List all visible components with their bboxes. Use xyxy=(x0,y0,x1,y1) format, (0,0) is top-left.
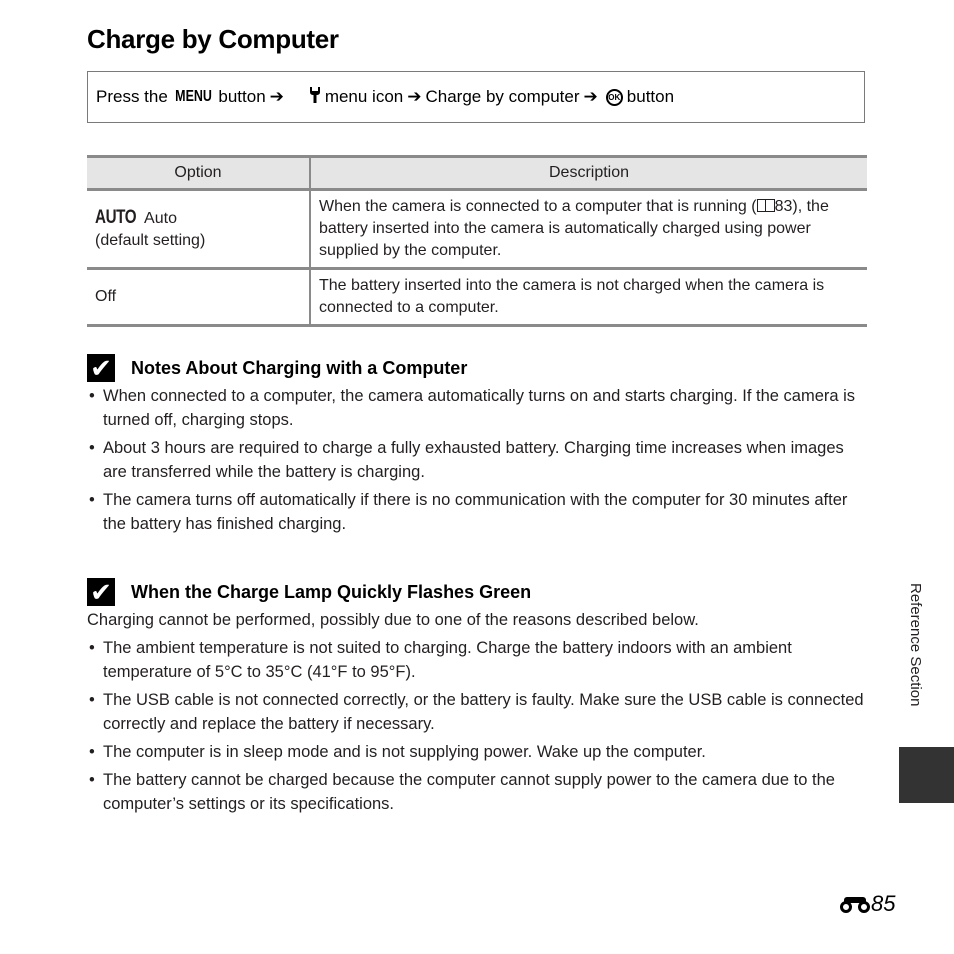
description-cell: When the camera is connected to a comput… xyxy=(310,189,867,270)
option-cell: Off xyxy=(87,268,311,327)
nav-charge-by-computer: Charge by computer xyxy=(425,87,580,106)
options-table: Option Description AUTO Auto (default se… xyxy=(87,155,867,327)
description-text: When the camera is connected to a comput… xyxy=(319,198,757,215)
note-bullets: When connected to a computer, the camera… xyxy=(87,384,867,536)
page-title: Charge by Computer xyxy=(87,24,339,54)
nav-button-word: button xyxy=(218,87,266,106)
note-title: When the Charge Lamp Quickly Flashes Gre… xyxy=(131,581,532,602)
table-row: Off The battery inserted into the camera… xyxy=(87,268,867,327)
list-item: The computer is in sleep mode and is not… xyxy=(87,740,867,764)
auto-mode-icon: AUTO xyxy=(95,206,137,228)
description-cell: The battery inserted into the camera is … xyxy=(310,268,867,327)
nav-press-the: Press the xyxy=(96,87,168,106)
note-charging-with-computer: ✔ Notes About Charging with a Computer W… xyxy=(87,352,867,540)
checkmark-icon: ✔ xyxy=(87,354,115,384)
table-header-row: Option Description xyxy=(87,155,867,191)
nav-button-word-end: button xyxy=(626,87,675,106)
list-item: About 3 hours are required to charge a f… xyxy=(87,436,867,484)
page-number: 85 xyxy=(840,891,895,917)
section-side-label: Reference Section xyxy=(907,583,924,707)
note-bullets: The ambient temperature is not suited to… xyxy=(87,636,867,816)
note-intro: Charging cannot be performed, possibly d… xyxy=(87,611,699,629)
list-item: The ambient temperature is not suited to… xyxy=(87,636,867,684)
binoculars-icon xyxy=(840,895,870,913)
menu-button-icon: MENU xyxy=(174,88,212,105)
list-item: The USB cable is not connected correctly… xyxy=(87,688,867,736)
note-charge-lamp-flashes: ✔ When the Charge Lamp Quickly Flashes G… xyxy=(87,576,867,820)
checkmark-icon: ✔ xyxy=(87,578,115,608)
menu-navigation-path: Press the MENU button ➔ menu icon ➔ Char… xyxy=(87,71,865,123)
option-label: Off xyxy=(95,288,117,305)
section-tab xyxy=(899,747,954,803)
header-description: Description xyxy=(310,155,867,191)
arrow-right-icon: ➔ xyxy=(407,87,422,106)
list-item: When connected to a computer, the camera… xyxy=(87,384,867,432)
option-note: (default setting) xyxy=(95,231,206,249)
arrow-right-icon: ➔ xyxy=(583,87,598,106)
wrench-setup-icon xyxy=(290,66,321,129)
table-row: AUTO Auto (default setting) When the cam… xyxy=(87,189,867,270)
list-item: The camera turns off automatically if th… xyxy=(87,488,867,536)
description-text: The battery inserted into the camera is … xyxy=(319,277,825,316)
page-number-text: 85 xyxy=(871,891,896,916)
header-option: Option xyxy=(87,155,311,191)
description-ref-page: 83), xyxy=(774,198,803,215)
nav-menu-icon-text: menu icon xyxy=(324,87,404,106)
option-cell: AUTO Auto (default setting) xyxy=(87,189,311,270)
arrow-right-icon: ➔ xyxy=(269,87,284,106)
note-title: Notes About Charging with a Computer xyxy=(131,357,468,378)
book-reference-icon xyxy=(756,199,775,212)
option-label: Auto xyxy=(144,209,177,227)
ok-button-icon: OK xyxy=(605,88,623,106)
list-item: The battery cannot be charged because th… xyxy=(87,768,867,816)
